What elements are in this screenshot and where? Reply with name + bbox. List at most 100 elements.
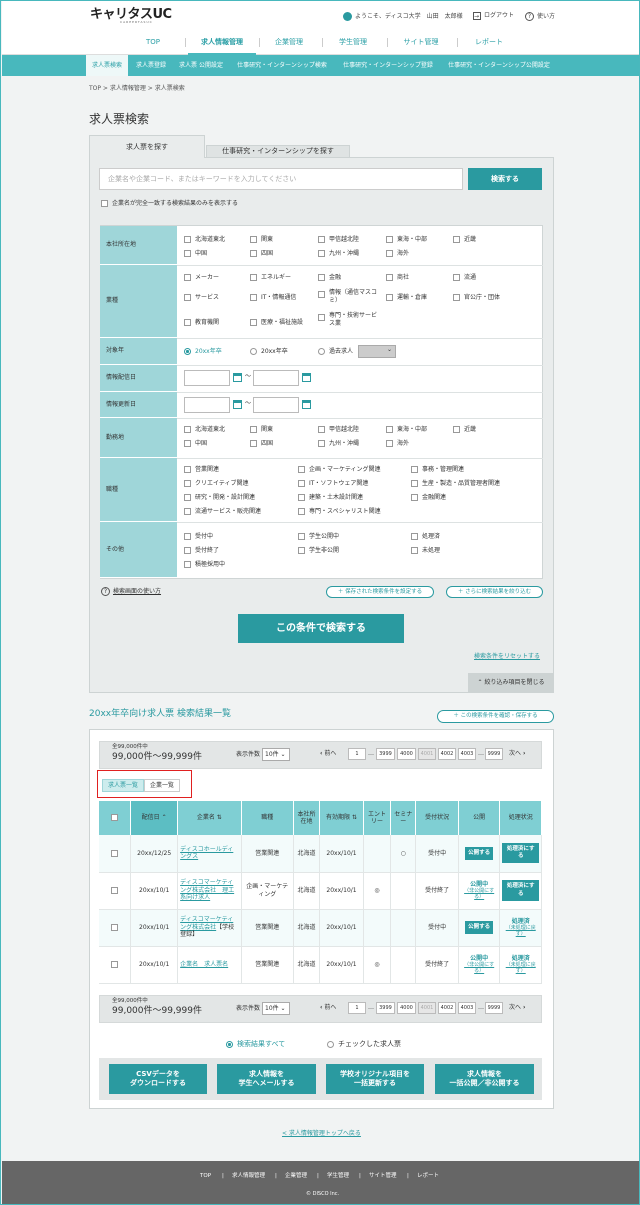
nav-company-management[interactable]: 企業管理 (262, 38, 316, 47)
email-students-button[interactable]: 求人情報を 学生へメールする (217, 1064, 316, 1094)
other-option[interactable]: 受付終了 (184, 547, 219, 555)
nav-student-management[interactable]: 学生管理 (326, 38, 380, 47)
work-region-option[interactable]: 関東 (250, 426, 273, 434)
row-checkbox[interactable] (99, 872, 132, 910)
industry-option[interactable]: 商社 (386, 274, 409, 282)
other-option[interactable]: 処理済 (411, 533, 440, 541)
how-to-link[interactable]: ? 検索画面の使い方 (101, 587, 161, 596)
industry-option[interactable]: サービス (184, 294, 219, 302)
job-type-option[interactable]: 金融関連 (411, 494, 446, 502)
calendar-icon[interactable] (233, 400, 242, 409)
hq-region-option[interactable]: 四国 (250, 250, 273, 258)
hq-region-option[interactable]: 中国 (184, 250, 207, 258)
tab-company-list[interactable]: 企業一覧 (144, 779, 180, 792)
col-expire[interactable]: 有効期限 ⇅ (319, 801, 364, 835)
subnav-internship-register[interactable]: 仕事研究・インターンシップ登録 (336, 55, 440, 76)
calendar-icon[interactable] (302, 400, 311, 409)
job-type-option[interactable]: 事務・管理関連 (411, 466, 464, 474)
past-year-select[interactable]: ⌄ (358, 345, 396, 358)
revert-unprocessed-link[interactable]: （未処理に戻す） (502, 962, 539, 975)
logout-link[interactable]: → ログアウト (473, 12, 514, 20)
nav-report[interactable]: レポート (464, 38, 514, 47)
job-type-option[interactable]: 企画・マーケティング関連 (298, 466, 381, 474)
radio-checked-jobs[interactable]: チェックした求人票 (327, 1040, 401, 1049)
row-checkbox[interactable] (99, 946, 132, 984)
hq-region-option[interactable]: 甲信越北陸 (318, 236, 359, 244)
page-link[interactable]: 4003 (458, 1002, 476, 1014)
industry-option[interactable]: 医療・福祉施設 (250, 319, 303, 327)
job-type-option[interactable]: 流通サービス・販売関連 (184, 508, 261, 516)
work-region-option[interactable]: 東海・中部 (386, 426, 427, 434)
hq-region-option[interactable]: 東海・中部 (386, 236, 427, 244)
help-link[interactable]: ? 使い方 (525, 12, 555, 21)
page-link[interactable]: 4000 (397, 748, 416, 760)
footer-link[interactable]: 学生管理 (327, 1173, 349, 1180)
hq-region-option[interactable]: 九州・沖縄 (318, 250, 359, 258)
year-radio[interactable]: 20xx年卒 (184, 348, 222, 356)
hq-region-option[interactable]: 北海道東北 (184, 236, 225, 244)
hq-region-option[interactable]: 関東 (250, 236, 273, 244)
job-type-option[interactable]: 生産・製造・品質管理者関連 (411, 480, 500, 488)
job-type-option[interactable]: クリエイティブ関連 (184, 480, 249, 488)
unpublish-link[interactable]: （非公開にする） (461, 962, 498, 975)
other-option[interactable]: 積極採用中 (184, 561, 225, 569)
subnav-internship-publish[interactable]: 仕事研究・インターンシップ公開設定 (442, 55, 556, 76)
hq-region-option[interactable]: 近畿 (453, 236, 476, 244)
nav-site-management[interactable]: サイト管理 (391, 38, 451, 47)
search-input[interactable]: 企業名や企業コード、またはキーワードを入力してください (99, 168, 463, 190)
subnav-job-search[interactable]: 求人票検索 (86, 55, 128, 76)
company-link[interactable]: 企業名 求人票名 (177, 946, 242, 984)
next-page-link[interactable]: 次へ › (509, 1004, 525, 1012)
tab-job-search[interactable]: 求人票を探す (89, 135, 205, 158)
back-to-top-link[interactable]: < 求人情報管理トップへ戻る (282, 1130, 361, 1138)
industry-option[interactable]: 官公庁・団体 (453, 294, 500, 302)
industry-option[interactable]: メーカー (184, 274, 219, 282)
year-radio[interactable]: 20xx年卒 (250, 348, 288, 356)
publish-button[interactable]: 公開する (465, 846, 494, 860)
col-date[interactable]: 配信日 ⌃ (130, 801, 179, 835)
revert-unprocessed-link[interactable]: （未処理に戻す） (502, 925, 539, 938)
page-link[interactable]: 4002 (438, 748, 456, 760)
work-region-option[interactable]: 北海道東北 (184, 426, 225, 434)
industry-option[interactable]: 情報（通信マスコミ） (318, 289, 380, 304)
other-option[interactable]: 学生非公開 (298, 547, 339, 555)
page-link[interactable]: 3999 (376, 748, 395, 760)
prev-page-link[interactable]: ‹ 前へ (320, 1004, 336, 1012)
footer-link[interactable]: 求人情報管理 (232, 1173, 265, 1180)
calendar-icon[interactable] (233, 373, 242, 382)
year-radio[interactable]: 過去求人 (318, 348, 353, 356)
calendar-icon[interactable] (302, 373, 311, 382)
page-link[interactable]: 4000 (397, 1002, 416, 1014)
page-link[interactable]: 3999 (376, 1002, 395, 1014)
logo[interactable]: キャリタスUC CAREERTASUC (90, 7, 172, 24)
footer-link[interactable]: サイト管理 (369, 1173, 397, 1180)
industry-option[interactable]: 教育機関 (184, 319, 219, 327)
col-company[interactable]: 企業名 ⇅ (177, 801, 242, 835)
work-region-option[interactable]: 近畿 (453, 426, 476, 434)
dist-date-from[interactable] (184, 370, 230, 386)
reset-conditions-link[interactable]: 検索条件をリセットする (474, 653, 540, 661)
subnav-publish-settings[interactable]: 求人票 公開設定 (174, 55, 228, 76)
per-page-select[interactable]: 10件 ⌄ (262, 748, 290, 761)
company-link[interactable]: ディスコマーケティング株式会社【学校登録】 (177, 909, 242, 947)
job-type-option[interactable]: 建築・土木設計関連 (298, 494, 363, 502)
csv-download-button[interactable]: CSVデータを ダウンロードする (109, 1064, 207, 1094)
footer-link[interactable]: 企業管理 (285, 1173, 307, 1180)
job-type-option[interactable]: 営業関連 (184, 466, 219, 474)
narrow-results-button[interactable]: ＋ さらに検索結果を絞り込む (446, 586, 543, 598)
search-conditions-button[interactable]: この条件で検索する (238, 614, 404, 643)
prev-page-link[interactable]: ‹ 前へ (320, 750, 336, 758)
search-button[interactable]: 検索する (468, 168, 542, 190)
footer-link[interactable]: TOP (200, 1173, 211, 1180)
save-search-button[interactable]: ＋ この検索条件を確認・保存する (437, 710, 554, 723)
work-region-option[interactable]: 中国 (184, 440, 207, 448)
industry-option[interactable]: 金融 (318, 274, 341, 282)
other-option[interactable]: 受付中 (184, 533, 213, 541)
page-link[interactable]: 1 (348, 1002, 366, 1014)
next-page-link[interactable]: 次へ › (509, 750, 525, 758)
update-date-from[interactable] (184, 397, 230, 413)
industry-option[interactable]: 運輸・倉庫 (386, 294, 427, 302)
collapse-filter-button[interactable]: ⌃ 絞り込み項目を閉じる (468, 673, 554, 693)
industry-option[interactable]: IT・情報通信 (250, 294, 296, 302)
company-link[interactable]: ディスコホールディングス (177, 835, 242, 873)
